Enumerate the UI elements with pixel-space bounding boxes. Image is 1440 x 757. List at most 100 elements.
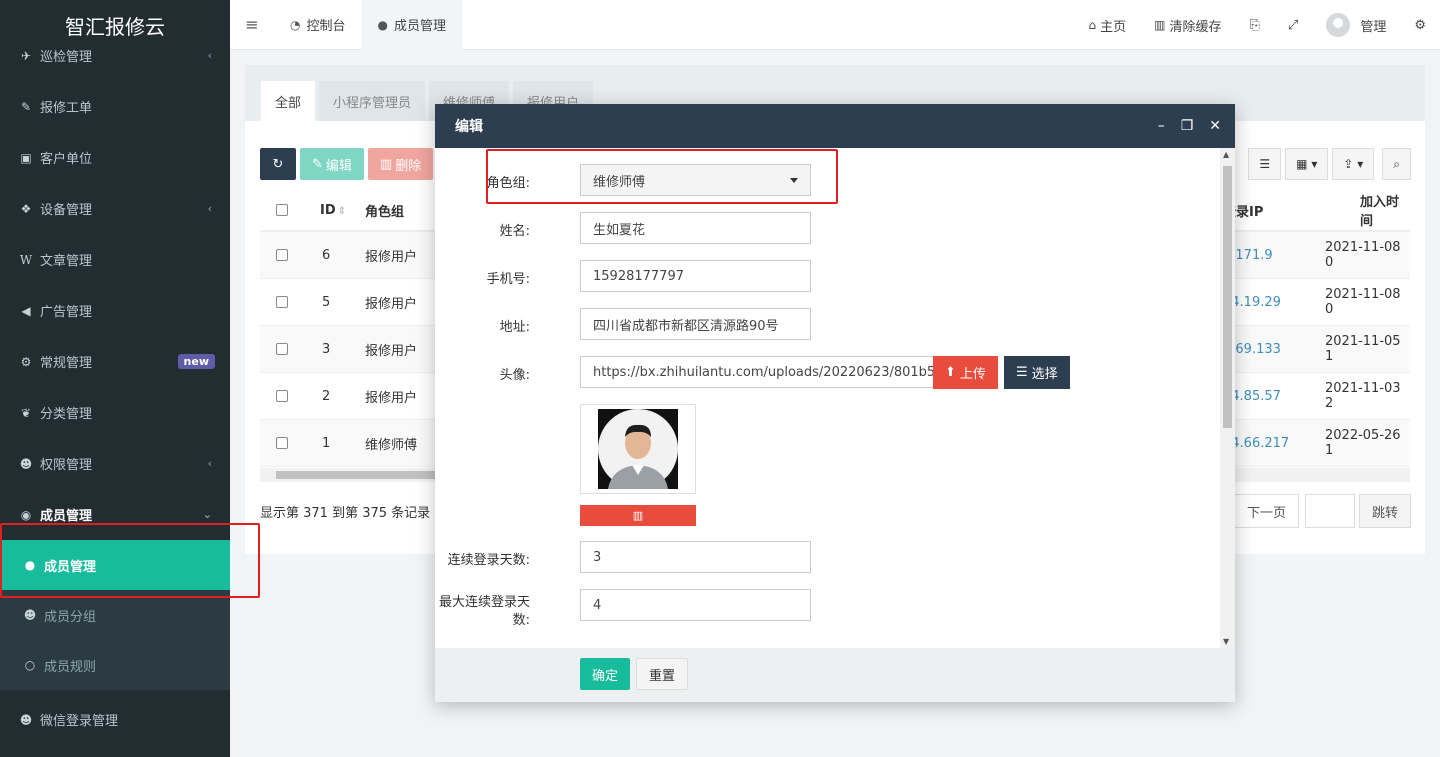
user-menu[interactable]: 管理 xyxy=(1312,13,1400,37)
phone-input[interactable]: 15928177797 xyxy=(580,260,811,292)
scroll-down-icon[interactable]: ▼ xyxy=(1223,637,1229,646)
choose-button[interactable]: ☰ 选择 xyxy=(1004,356,1070,389)
trash-icon: ▥ xyxy=(1154,18,1166,32)
volume-icon: ◀ xyxy=(21,303,31,318)
settings-icon[interactable]: ⚙ xyxy=(1400,18,1440,33)
list-icon: ☰ xyxy=(1016,365,1028,380)
row-checkbox[interactable] xyxy=(276,296,288,308)
menu-toggle-icon[interactable]: ≡ xyxy=(230,15,274,34)
sidebar-item-devices[interactable]: ❖ 设备管理 ‹ xyxy=(0,183,230,234)
language-icon[interactable]: ⎘ xyxy=(1236,18,1274,33)
dialog-title: 编辑 xyxy=(455,119,483,135)
home-icon: ⌂ xyxy=(1088,18,1097,32)
sidebar-item-members[interactable]: ◉ 成员管理 ⌄ xyxy=(0,489,230,540)
chevron-left-icon: ‹ xyxy=(207,202,212,215)
pencil-icon: ✎ xyxy=(312,156,323,172)
users-icon: ☻ xyxy=(19,712,33,727)
user-circle-icon: ◉ xyxy=(20,507,32,522)
table-tools: ☰ ▦ ▾ ⇪ ▾ ⌕ xyxy=(1248,148,1411,180)
upload-icon: ⬆ xyxy=(945,365,956,380)
delete-button[interactable]: ▥ 删除 xyxy=(367,148,434,180)
row-checkbox[interactable] xyxy=(276,249,288,261)
list-view-icon[interactable]: ☰ xyxy=(1248,148,1282,180)
sidebar-item-clients[interactable]: ▣ 客户单位 xyxy=(0,132,230,183)
new-badge: new xyxy=(177,354,215,369)
sidebar-subitem-member-manage[interactable]: ● 成员管理 xyxy=(0,540,230,590)
avatar xyxy=(1326,13,1351,37)
home-link[interactable]: ⌂ 主页 xyxy=(1075,16,1141,35)
header-role: 角色组 xyxy=(365,204,405,220)
sidebar-item-categories[interactable]: ❦ 分类管理 xyxy=(0,387,230,438)
row-checkbox[interactable] xyxy=(276,390,288,402)
fullscreen-icon[interactable]: ⤢ xyxy=(1274,18,1312,33)
export-icon[interactable]: ⇪ ▾ xyxy=(1332,148,1375,180)
topbar-right: ⌂ 主页 ▥ 清除缓存 ⎘ ⤢ 管理 ⚙ xyxy=(1075,0,1440,50)
clear-cache-button[interactable]: ▥ 清除缓存 xyxy=(1140,16,1235,35)
tab-dashboard[interactable]: ◔ 控制台 xyxy=(274,0,362,50)
chevron-down-icon: ⌄ xyxy=(202,508,212,521)
sidebar-item-ads[interactable]: ◀ 广告管理 xyxy=(0,285,230,336)
header-time: 加入时间 xyxy=(1360,195,1400,229)
columns-icon[interactable]: ▦ ▾ xyxy=(1285,148,1329,180)
close-icon[interactable]: ✕ xyxy=(1209,118,1221,134)
avatar-url-input[interactable]: https://bx.zhihuilantu.com/uploads/20220… xyxy=(580,356,934,388)
topbar: ≡ ◔ 控制台 ● 成员管理 ⌂ 主页 ▥ 清除缓存 ⎘ ⤢ 管理 ⚙ xyxy=(230,0,1440,50)
edit-dialog: 编辑 – ❐ ✕ 角色组: 维修师傅 姓名: 生如夏花 手机号: 1592817… xyxy=(435,104,1235,702)
circle-icon: ○ xyxy=(24,658,36,672)
row-checkbox[interactable] xyxy=(276,437,288,449)
edit-button[interactable]: ✎ 编辑 xyxy=(300,148,364,180)
sidebar-item-general[interactable]: ⚙ 常规管理 new xyxy=(0,336,230,387)
dialog-body: 角色组: 维修师傅 姓名: 生如夏花 手机号: 15928177797 地址: … xyxy=(435,148,1235,648)
delete-avatar-button[interactable]: ▥ xyxy=(580,505,696,526)
scrollbar-thumb[interactable] xyxy=(1223,166,1232,428)
dialog-header: 编辑 – ❐ ✕ xyxy=(435,104,1235,148)
avatar-photo xyxy=(598,409,678,489)
sidebar-item-articles[interactable]: W 文章管理 xyxy=(0,234,230,285)
next-page-button[interactable]: 下一页 xyxy=(1233,494,1299,528)
maximize-icon[interactable]: ❐ xyxy=(1181,118,1194,134)
upload-button[interactable]: ⬆ 上传 xyxy=(933,356,998,389)
search-icon[interactable]: ⌕ xyxy=(1382,148,1411,180)
refresh-button[interactable]: ↻ xyxy=(260,148,296,180)
chevron-left-icon: ‹ xyxy=(207,49,212,62)
cogs-icon: ⚙ xyxy=(20,354,32,369)
select-all-checkbox[interactable] xyxy=(276,204,288,216)
leaf-icon: ❦ xyxy=(20,405,32,420)
dialog-footer: 确定 重置 xyxy=(435,648,1235,702)
trash-icon: ▥ xyxy=(632,509,644,522)
person-photo-icon xyxy=(598,409,678,489)
login-days-input[interactable]: 3 xyxy=(580,541,811,573)
reset-button[interactable]: 重置 xyxy=(636,658,689,690)
role-select[interactable]: 维修师傅 xyxy=(580,164,811,196)
dialog-controls: – ❐ ✕ xyxy=(1158,104,1221,148)
sidebar-subitem-member-groups[interactable]: ☻ 成员分组 xyxy=(0,590,230,640)
page-number-input[interactable] xyxy=(1304,494,1355,528)
user-icon: ● xyxy=(24,558,36,572)
wikipedia-icon: W xyxy=(19,252,33,267)
header-id[interactable]: ID ⇕ xyxy=(320,203,346,218)
sidebar-subitem-member-rules[interactable]: ○ 成员规则 xyxy=(0,640,230,690)
scroll-up-icon[interactable]: ▲ xyxy=(1223,150,1229,159)
minimize-icon[interactable]: – xyxy=(1158,118,1165,134)
chevron-left-icon: ‹ xyxy=(207,457,212,470)
sidebar-item-permissions[interactable]: ☻ 权限管理 ‹ xyxy=(0,438,230,489)
trash-icon: ▥ xyxy=(379,156,393,172)
tab-all[interactable]: 全部 xyxy=(261,81,316,121)
confirm-button[interactable]: 确定 xyxy=(580,658,631,690)
sidebar-item-inspection[interactable]: ✈ 巡检管理 ‹ xyxy=(0,30,230,81)
building-icon: ▣ xyxy=(20,150,32,165)
dashboard-icon: ◔ xyxy=(290,17,301,32)
pagination-summary: 显示第 371 到第 375 条记录 xyxy=(260,506,431,521)
name-input[interactable]: 生如夏花 xyxy=(580,212,811,244)
avatar-preview[interactable] xyxy=(580,404,696,494)
address-input[interactable]: 四川省成都市新都区清源路90号 xyxy=(580,308,811,340)
sort-icon: ⇕ xyxy=(337,205,347,217)
tab-member-manage[interactable]: ● 成员管理 xyxy=(361,0,462,50)
sidebar-item-repair-orders[interactable]: ✎ 报修工单 xyxy=(0,81,230,132)
sidebar-item-wechat-login[interactable]: ☻ 微信登录管理 xyxy=(0,690,230,749)
dialog-vertical-scrollbar[interactable]: ▲ ▼ xyxy=(1220,148,1235,648)
max-login-days-input[interactable]: 4 xyxy=(580,589,811,621)
jump-button[interactable]: 跳转 xyxy=(1358,494,1411,528)
row-checkbox[interactable] xyxy=(276,343,288,355)
tab-miniapp-admin[interactable]: 小程序管理员 xyxy=(319,81,426,121)
